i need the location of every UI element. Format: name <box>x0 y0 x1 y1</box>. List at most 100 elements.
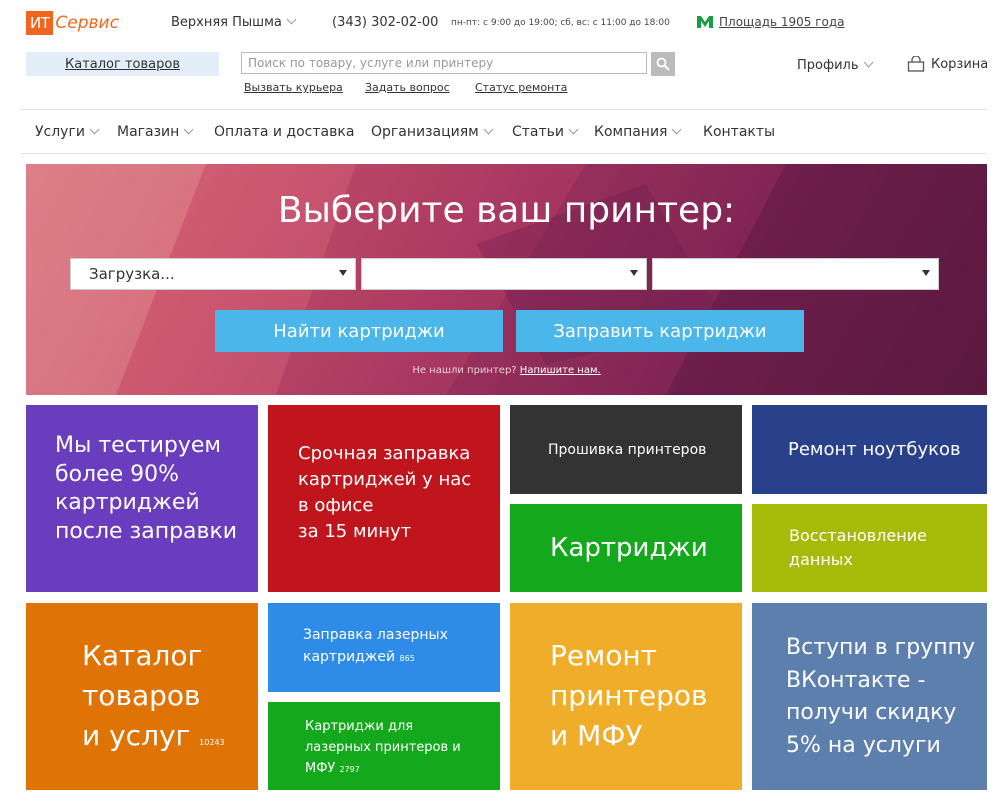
catalog-button[interactable]: Каталог товаров <box>26 52 219 76</box>
nav-item-company[interactable]: Компания <box>594 124 682 140</box>
call-courier-link[interactable]: Вызвать курьера <box>244 81 343 94</box>
tile-data-recovery[interactable]: Восстановление данных <box>752 504 987 592</box>
tile-text-line: картриджей <box>55 490 200 516</box>
search-button[interactable] <box>651 52 675 76</box>
printer-brand-select[interactable]: Загрузка... <box>70 258 356 290</box>
working-hours: пн-пт: с 9:00 до 19:00; сб, вс: с 11:00 … <box>451 18 670 28</box>
search-input[interactable]: Поиск по товару, услуге или принтеру <box>241 52 647 74</box>
nav-item-shop[interactable]: Магазин <box>117 124 194 140</box>
tile-printer-repair[interactable]: Ремонт принтеров и МФУ <box>510 603 742 790</box>
tile-text-line: Восстановление <box>789 526 927 545</box>
logo[interactable]: ИТ Сервис <box>26 10 119 36</box>
tile-text-line: более 90% <box>55 461 180 487</box>
tile-text-line: Мы тестируем <box>55 433 222 458</box>
nav-item-organizations[interactable]: Организациям <box>371 124 494 140</box>
chevron-down-icon <box>89 124 100 135</box>
tile-text-line: принтеров <box>550 678 708 712</box>
city-selector[interactable]: Верхняя Пышма <box>171 14 297 30</box>
repair-status-link[interactable]: Статус ремонта <box>475 81 567 94</box>
header-divider <box>20 109 987 110</box>
tile-text-line: Каталог <box>82 639 203 672</box>
catalog-label: Каталог товаров <box>65 56 180 72</box>
chevron-down-icon <box>568 124 579 135</box>
cart-label: Корзина <box>931 56 989 72</box>
chevron-down-icon <box>863 57 873 68</box>
nav-item-contacts[interactable]: Контакты <box>703 124 775 140</box>
ask-question-link[interactable]: Задать вопрос <box>365 81 450 94</box>
dropdown-arrow-icon <box>922 270 930 276</box>
chevron-down-icon <box>286 14 297 25</box>
tile-text-line: и услуг <box>82 718 191 752</box>
metro-link[interactable]: Площадь 1905 года <box>697 15 845 29</box>
banner-title: Выберите ваш принтер: <box>277 190 736 231</box>
tile-text-line: ВКонтакте - <box>786 667 926 693</box>
tile-text-line: Срочная заправка <box>298 443 471 464</box>
tile-text-line: после заправки <box>55 518 238 544</box>
cart-link[interactable]: Корзина <box>907 56 988 72</box>
tile-text-line: картриджей у нас <box>298 469 472 491</box>
catalog-count: 10243 <box>199 737 225 747</box>
dropdown-arrow-icon <box>339 270 347 276</box>
nav-item-payment[interactable]: Оплата и доставка <box>214 124 354 140</box>
cart-icon <box>907 56 925 72</box>
tile-text-line: в офисе <box>298 495 374 517</box>
tile-laser-refill[interactable]: Заправка лазерных картриджей 865 <box>268 603 500 692</box>
laser-cartridges-count: 2797 <box>339 765 360 775</box>
nav-label: Оплата и доставка <box>214 124 355 140</box>
profile-label: Профиль <box>797 58 859 73</box>
metro-label: Площадь 1905 года <box>719 15 845 29</box>
tile-cartridge-testing[interactable]: Мы тестируем более 90% картриджей после … <box>26 405 258 592</box>
tile-text-line: Картриджи для <box>305 719 414 734</box>
tile-text-line: картриджей <box>303 649 396 666</box>
search-icon <box>656 57 670 71</box>
nav-label: Магазин <box>117 124 180 140</box>
refill-cartridges-button[interactable]: Заправить картриджи <box>516 310 804 352</box>
chevron-down-icon <box>672 124 682 135</box>
tile-text-line: Картриджи <box>550 533 708 563</box>
dropdown-arrow-icon <box>630 270 638 276</box>
printer-model-select[interactable] <box>652 258 939 290</box>
laser-refill-count: 865 <box>399 654 415 664</box>
tile-text-line: 5% на услуги <box>786 732 941 758</box>
tile-laser-cartridges[interactable]: Картриджи для лазерных принтеров и МФУ 2… <box>268 702 500 790</box>
nav-item-articles[interactable]: Статьи <box>512 124 579 140</box>
tile-text-line: за 15 минут <box>298 521 412 543</box>
tile-text-line: данных <box>789 550 853 569</box>
nav-label: Услуги <box>35 124 85 140</box>
city-label: Верхняя Пышма <box>171 15 282 30</box>
tile-text-line: и МФУ <box>550 718 643 752</box>
nav-item-services[interactable]: Услуги <box>35 124 100 140</box>
nav-label: Контакты <box>703 124 776 140</box>
chevron-down-icon <box>483 124 494 135</box>
tile-text-line: лазерных принтеров и <box>305 740 461 756</box>
select-value: Загрузка... <box>89 265 175 283</box>
search-placeholder: Поиск по товару, услуге или принтеру <box>248 56 494 70</box>
logo-mark: ИТ <box>26 11 54 35</box>
write-us-link[interactable]: Напишите нам. <box>520 365 601 376</box>
tile-text-line: получи скидку <box>786 700 957 726</box>
printer-not-found-note: Не нашли принтер? Напишите нам. <box>26 365 987 376</box>
tile-printer-firmware[interactable]: Прошивка принтеров <box>510 405 742 494</box>
nav-divider <box>20 153 987 154</box>
tile-text-line: товаров <box>82 678 201 712</box>
tile-vk-group[interactable]: Вступи в группу ВКонтакте - получи скидк… <box>752 603 987 790</box>
tile-cartridges[interactable]: Картриджи <box>510 504 742 592</box>
tile-text-line: МФУ <box>305 761 336 777</box>
tile-urgent-refill[interactable]: Срочная заправка картриджей у нас в офис… <box>268 405 500 592</box>
tile-text-line: Ремонт ноутбуков <box>788 439 961 460</box>
tile-catalog[interactable]: Каталог товаров и услуг 10243 <box>26 603 258 790</box>
metro-icon <box>697 16 713 28</box>
find-cartridges-button[interactable]: Найти картриджи <box>215 310 503 352</box>
nav-label: Компания <box>594 124 668 140</box>
tile-text-line: Вступи в группу <box>786 635 975 660</box>
printer-series-select[interactable] <box>361 258 647 290</box>
logo-text: Сервис <box>55 13 119 33</box>
profile-menu[interactable]: Профиль <box>797 57 873 73</box>
printer-finder-banner: Выберите ваш принтер: Загрузка... Найти … <box>26 164 987 395</box>
tile-text-line: Прошивка принтеров <box>548 442 707 458</box>
tile-text-line: Ремонт <box>550 639 657 672</box>
phone-number: (343) 302-02-00 <box>332 15 439 30</box>
chevron-down-icon <box>183 124 194 135</box>
tile-text-line: Заправка лазерных <box>303 627 448 643</box>
tile-laptop-repair[interactable]: Ремонт ноутбуков <box>752 405 987 494</box>
